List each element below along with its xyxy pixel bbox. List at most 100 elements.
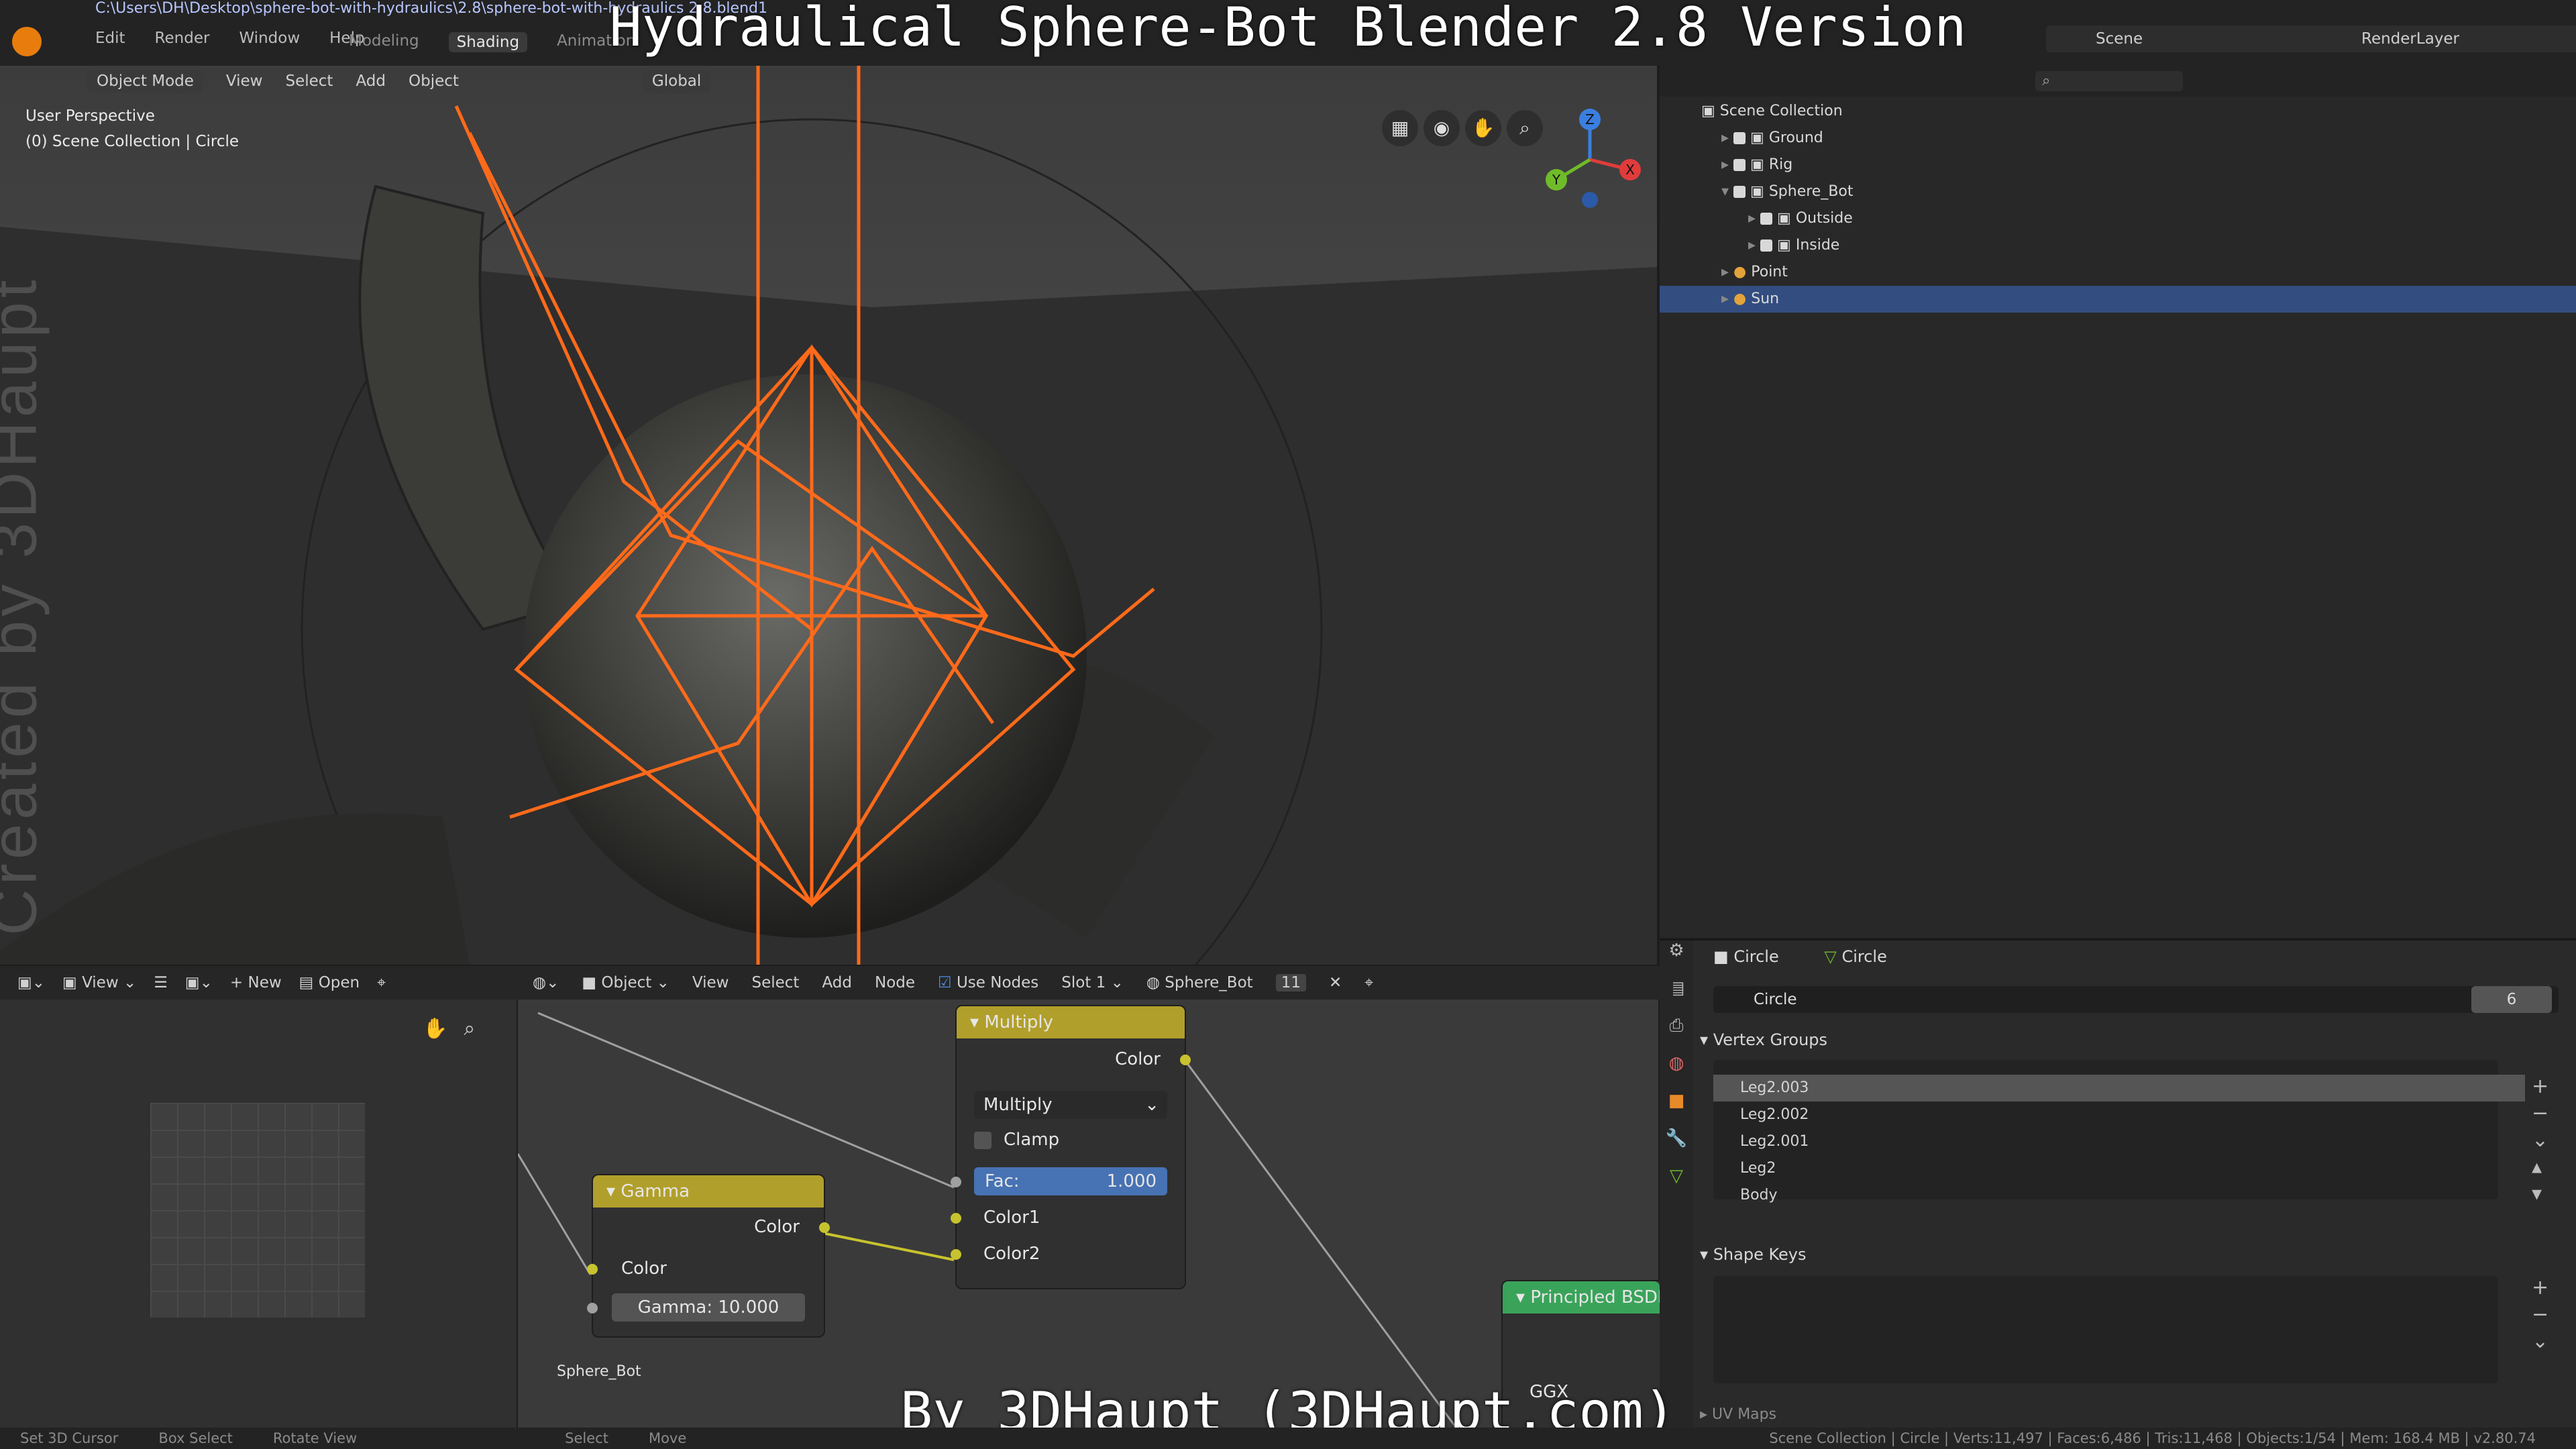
blend-mode-dropdown[interactable]: Multiply ⌄ xyxy=(974,1091,1167,1119)
gamma-value-socket[interactable] xyxy=(587,1303,598,1313)
add-icon[interactable]: + xyxy=(2532,1275,2548,1301)
status-hint: Move xyxy=(648,1430,687,1446)
vertex-group-label: Body xyxy=(1740,1187,1778,1203)
camera-icon[interactable]: ◉ xyxy=(1424,110,1460,146)
pan-hand-icon[interactable]: ✋ xyxy=(423,1017,447,1040)
node-editor[interactable]: ◍⌄ ■ Object ⌄ View Select Add Node ☑ Use… xyxy=(518,966,1673,1432)
outliner-header: ⌕ xyxy=(1660,66,2576,97)
chevron-down-icon[interactable]: ⌄ xyxy=(2532,1127,2548,1154)
multiply-node[interactable]: ▾ Multiply Color Multiply ⌄ Clamp Fac: 1.0… xyxy=(951,1005,1191,1289)
editor-type-icon[interactable]: ▣⌄ xyxy=(17,974,45,991)
chevron-down-icon[interactable]: ⌄ xyxy=(2532,1328,2548,1355)
checkbox[interactable] xyxy=(1760,213,1773,225)
axis-gizmo[interactable]: Z X Y xyxy=(1536,106,1644,213)
move-down-icon[interactable]: ▾ xyxy=(2532,1181,2548,1208)
pin-icon[interactable]: ⌖ xyxy=(377,974,386,991)
checkbox[interactable] xyxy=(1733,159,1746,171)
outliner-row-inside[interactable]: ▸ ▣ Inside 👁 xyxy=(1660,232,2576,259)
vertex-group-item[interactable]: Leg2.003 xyxy=(1713,1075,2525,1102)
scene-statistics: Scene Collection | Circle | Verts:11,497… xyxy=(1769,1430,2536,1446)
output-tab-icon[interactable]: ⎙ xyxy=(1660,1016,1693,1053)
3d-viewport[interactable]: Object Mode View Select Add Object Globa… xyxy=(0,66,1657,965)
properties-breadcrumb: ■ Circle ▽ Circle xyxy=(1713,947,1887,966)
gamma-output-socket[interactable] xyxy=(819,1222,830,1233)
watermark-left: Created by 3DHaupt xyxy=(0,276,50,936)
gamma-input-socket[interactable] xyxy=(587,1264,598,1275)
vertex-group-item[interactable]: Leg2.002 xyxy=(1713,1102,2525,1128)
new-image-button[interactable]: + New xyxy=(230,974,282,991)
image-editor-nav: ✋ ⌕ xyxy=(423,1017,475,1040)
search-icon[interactable]: ⌕ xyxy=(2035,71,2183,91)
image-editor[interactable]: ▣⌄ ▣ View ⌄ ☰ ▣⌄ + New ▤ Open ⌖ ✋ ⌕ xyxy=(0,966,534,1429)
zoom-icon[interactable]: ⌕ xyxy=(464,1017,475,1040)
outliner-row-outside[interactable]: ▸ ▣ Outside 👁 xyxy=(1660,205,2576,232)
menu-icon[interactable]: ☰ xyxy=(154,974,168,991)
fac-slider[interactable]: Fac: 1.000 xyxy=(974,1167,1167,1195)
principled-bsdf-header[interactable]: ▾ Principled BSDF xyxy=(1503,1281,1660,1313)
multiply-output-socket[interactable] xyxy=(1180,1055,1191,1065)
fac-input-socket[interactable] xyxy=(951,1177,961,1187)
mesh-data-icon: ▽ xyxy=(1824,947,1842,966)
gamma-node[interactable]: ▾ Gamma Color Color Gamma: 10.000 xyxy=(587,1174,830,1338)
move-up-icon[interactable]: ▴ xyxy=(2532,1154,2548,1181)
checkbox[interactable] xyxy=(1733,186,1746,198)
outliner-row-point[interactable]: ▸ ● Point 👁 xyxy=(1660,259,2576,286)
vertex-group-label: Leg2.002 xyxy=(1740,1106,1809,1123)
outliner-row-sphere-bot[interactable]: ▾ ▣ Sphere_Bot 👁 xyxy=(1660,178,2576,205)
outliner-label: Inside xyxy=(1795,237,1840,254)
gamma-output-color-label: Color xyxy=(754,1217,800,1237)
outliner-row-ground[interactable]: ▸ ▣ Ground 👁 xyxy=(1660,125,2576,152)
sphere-bot-body xyxy=(523,374,1087,938)
multiply-node-header[interactable]: ▾ Multiply xyxy=(957,1006,1185,1038)
breadcrumb-object: Circle xyxy=(1733,947,1779,966)
vertex-group-item[interactable]: Leg2.001 xyxy=(1713,1128,2525,1155)
vertex-groups-title: Vertex Groups xyxy=(1713,1030,1828,1049)
status-hint: Set 3D Cursor xyxy=(20,1430,119,1446)
collection-icon: ▣ xyxy=(1777,210,1796,227)
mesh-name-field[interactable]: Circle xyxy=(1713,986,2559,1013)
status-hint: Select xyxy=(565,1430,608,1446)
vertex-group-item[interactable]: Body xyxy=(1713,1182,2525,1209)
remove-icon[interactable]: − xyxy=(2532,1100,2548,1127)
multiply-output-color-label: Color xyxy=(1115,1049,1161,1069)
status-hint: Rotate View xyxy=(272,1430,358,1446)
gamma-node-header[interactable]: ▾ Gamma xyxy=(593,1175,824,1208)
checkbox[interactable] xyxy=(1733,132,1746,144)
vertex-group-item[interactable]: Leg2 xyxy=(1713,1155,2525,1182)
open-image-button[interactable]: ▤ Open xyxy=(299,974,360,991)
shape-keys-header[interactable]: ▾ Shape Keys xyxy=(1700,1245,1806,1264)
remove-icon[interactable]: − xyxy=(2532,1301,2548,1328)
outliner-row-sun[interactable]: ▸ ● Sun 👁 xyxy=(1660,286,2576,313)
view-menu[interactable]: ▣ View ⌄ xyxy=(62,974,136,991)
modifier-tab-icon[interactable]: 🔧 xyxy=(1660,1128,1693,1166)
toggle-camera-view-icon[interactable]: ▦ xyxy=(1382,110,1418,146)
status-bar: Set 3D Cursor Box Select Rotate View Sel… xyxy=(0,1428,2576,1449)
properties-panel: ⚙ ▤ ⎙ ◍ ■ 🔧 ▽ ■ Circle ▽ Circle Circle 6… xyxy=(1660,939,2576,1430)
pan-hand-icon[interactable]: ✋ xyxy=(1465,110,1501,146)
shape-keys-title: Shape Keys xyxy=(1713,1245,1807,1264)
object-tab-icon[interactable]: ■ xyxy=(1660,1091,1693,1128)
video-title-overlay: Hydraulical Sphere-Bot Blender 2.8 Versi… xyxy=(609,0,1967,58)
image-icon[interactable]: ▣⌄ xyxy=(185,974,213,991)
outliner-label: Sun xyxy=(1751,290,1780,307)
color1-input-socket[interactable] xyxy=(951,1213,961,1224)
empty-image-grid xyxy=(150,1103,365,1318)
checkbox[interactable] xyxy=(1760,239,1773,252)
data-tab-icon[interactable]: ▽ xyxy=(1660,1166,1693,1203)
vertex-group-controls: + − ⌄ ▴ ▾ xyxy=(2532,1073,2548,1208)
gamma-value-field[interactable]: Gamma: 10.000 xyxy=(612,1293,805,1322)
outliner-row-scene-collection[interactable]: ▣ Scene Collection xyxy=(1660,98,2576,125)
world-tab-icon[interactable]: ◍ xyxy=(1660,1053,1693,1091)
axis-z-label: Z xyxy=(1585,111,1595,127)
outliner-row-rig[interactable]: ▸ ▣ Rig 👁 xyxy=(1660,152,2576,178)
clamp-checkbox[interactable]: Clamp xyxy=(974,1130,1059,1150)
collection-icon: ▣ xyxy=(1750,183,1769,200)
color2-input-socket[interactable] xyxy=(951,1249,961,1260)
watermark-right: Created by 3DHaupt xyxy=(2570,209,2576,869)
outliner-label: Ground xyxy=(1768,129,1823,146)
vertex-groups-header[interactable]: ▾ Vertex Groups xyxy=(1700,1030,1827,1049)
users-count[interactable]: 6 xyxy=(2471,986,2552,1013)
vertex-group-label: Leg2 xyxy=(1740,1160,1776,1177)
color1-label: Color1 xyxy=(983,1208,1040,1228)
add-icon[interactable]: + xyxy=(2532,1073,2548,1100)
